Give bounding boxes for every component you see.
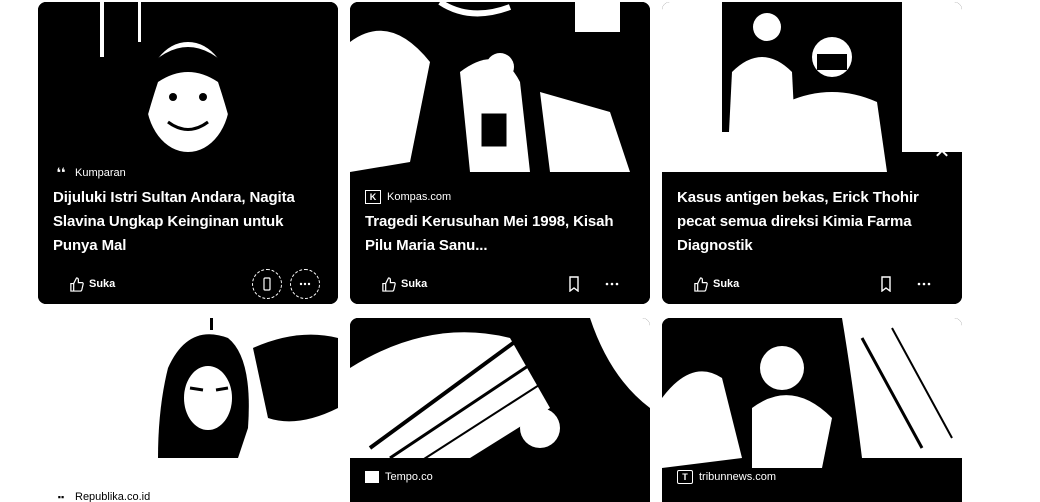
source-name: Kompas.com xyxy=(387,191,452,203)
bookmark-icon xyxy=(569,276,579,292)
card-body: K Kompas.com Tragedi Kerusuhan Mei 1998,… xyxy=(350,190,650,304)
more-options-button[interactable] xyxy=(598,270,626,298)
card-body: Tempo.co xyxy=(350,470,650,490)
source-name: tribunnews.com xyxy=(699,471,777,483)
news-card[interactable]: ❛❛ Kumparan Dijuluki Istri Sultan Andara… xyxy=(38,2,338,304)
more-options-button[interactable] xyxy=(290,269,320,299)
headline[interactable]: Kasus antigen bekas, Erick Thohir pecat … xyxy=(677,186,946,258)
more-icon xyxy=(917,282,931,286)
headline[interactable]: Tragedi Kerusuhan Mei 1998, Kisah Pilu M… xyxy=(365,210,634,258)
news-card[interactable]: K Kompas.com Tragedi Kerusuhan Mei 1998,… xyxy=(350,2,650,304)
source-row: K Kompas.com xyxy=(365,190,634,204)
thumbs-up-icon xyxy=(694,276,708,292)
like-button[interactable]: Suka xyxy=(53,276,116,292)
bookmark-button[interactable] xyxy=(872,270,900,298)
tempo-logo-icon xyxy=(365,471,379,483)
card-body: ▪▪ Republika.co.id xyxy=(38,490,338,502)
close-icon[interactable]: ✕ xyxy=(932,142,952,162)
source-name: Tempo.co xyxy=(385,471,433,483)
more-icon xyxy=(299,282,311,286)
source-row: ▪▪ Republika.co.id xyxy=(53,490,322,502)
card-footer: Suka xyxy=(365,264,634,304)
news-card[interactable]: Tempo.co xyxy=(350,318,650,502)
card-body: T tribunnews.com xyxy=(662,470,962,490)
bookmark-button[interactable] xyxy=(560,270,588,298)
like-label: Suka xyxy=(89,278,116,290)
thumbs-up-icon xyxy=(382,276,396,292)
card-body: ❛❛ Kumparan Dijuluki Istri Sultan Andara… xyxy=(38,166,338,304)
card-footer: Suka xyxy=(677,264,946,304)
news-card[interactable]: T tribunnews.com xyxy=(662,318,962,502)
headline[interactable]: Dijuluki Istri Sultan Andara, Nagita Sla… xyxy=(53,186,322,258)
source-name: Republika.co.id xyxy=(75,491,151,502)
like-button[interactable]: Suka xyxy=(365,276,428,292)
card-image xyxy=(38,318,338,502)
thumbs-up-icon xyxy=(70,276,84,292)
tribun-logo-icon: T xyxy=(677,470,693,484)
source-row: T tribunnews.com xyxy=(677,470,946,484)
more-icon xyxy=(605,282,619,286)
like-button[interactable]: Suka xyxy=(677,276,740,292)
source-name: Kumparan xyxy=(75,167,126,179)
card-body: Kasus antigen bekas, Erick Thohir pecat … xyxy=(662,186,962,304)
like-label: Suka xyxy=(713,278,740,290)
phone-icon xyxy=(263,277,271,291)
source-row: ❛❛ Kumparan xyxy=(53,166,322,180)
like-label: Suka xyxy=(401,278,428,290)
source-row: Tempo.co xyxy=(365,470,634,484)
more-options-button[interactable] xyxy=(910,270,938,298)
kompas-logo-icon: K xyxy=(365,190,381,204)
save-button[interactable] xyxy=(252,269,282,299)
card-footer: Suka xyxy=(53,264,322,304)
quote-icon: ❛❛ xyxy=(56,165,66,180)
bookmark-icon xyxy=(881,276,891,292)
news-card[interactable]: ✕ Kasus antigen bekas, Erick Thohir peca… xyxy=(662,2,962,304)
republika-logo-icon: ▪▪ xyxy=(57,492,65,502)
news-card[interactable]: ▪▪ Republika.co.id xyxy=(38,318,338,502)
